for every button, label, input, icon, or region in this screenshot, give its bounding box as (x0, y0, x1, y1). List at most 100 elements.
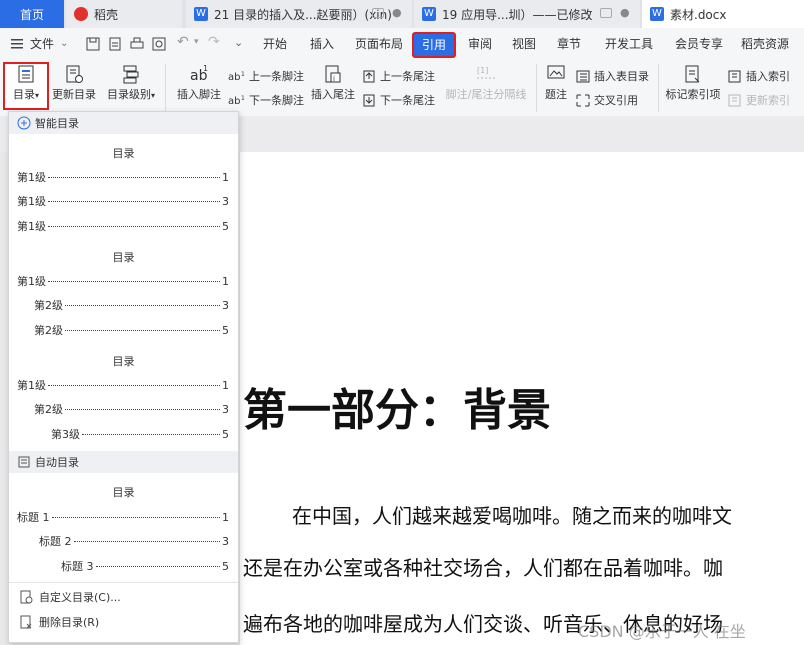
tab-docer[interactable]: 稻壳 (66, 0, 182, 28)
delete-toc-item[interactable]: 删除目录(R) (9, 610, 238, 634)
document-page[interactable]: 第一部分：背景 在中国，人们越来越爱喝咖啡。随之而来的咖啡文 还是在办公室或各种… (240, 152, 804, 645)
tab-start[interactable]: 开始 (263, 28, 287, 60)
toc-template-2-row[interactable]: 第2级 3 (34, 297, 229, 313)
tab-bar: 首页 稻壳 W 21 目录的插入及...赵要丽）(xin) ● W 19 应用导… (0, 0, 804, 28)
document-line-1: 在中国，人们越来越爱喝咖啡。随之而来的咖啡文 (292, 504, 732, 528)
svg-text:1: 1 (241, 71, 245, 78)
prev-endnote-label: 上一条尾注 (380, 70, 435, 83)
divider (658, 64, 659, 112)
watermark: CSDN @乐于一人 在坐 (578, 622, 746, 641)
insert-endnote-label: 插入尾注 (311, 88, 355, 101)
auto-toc-row[interactable]: 标题 2 3 (39, 533, 229, 549)
auto-toc-title: 目录 (112, 486, 135, 499)
print-icon[interactable] (130, 37, 144, 51)
redo-icon[interactable]: ↷ (208, 34, 220, 50)
save-icon[interactable] (86, 37, 100, 51)
toc-row-page: 5 (222, 560, 229, 573)
tab-home[interactable]: 首页 (0, 0, 64, 28)
footnote-icon: ab1 (190, 64, 208, 84)
smart-toc-header: 智能目录 (9, 112, 238, 134)
update-index-label: 更新索引 (746, 94, 790, 107)
chevron-down-icon[interactable]: ▾ (194, 37, 199, 47)
close-dot-icon[interactable]: ● (620, 7, 630, 18)
file-menu[interactable]: 文件 ⌄ (10, 28, 68, 60)
insert-endnote-button[interactable]: i 插入尾注 (310, 64, 356, 102)
restore-icon[interactable] (372, 8, 384, 18)
word-icon: W (422, 7, 436, 21)
caption-button[interactable]: 题注 (542, 64, 570, 102)
toc-button[interactable]: 目录▾ (3, 62, 49, 110)
insert-footnote-button[interactable]: ab 1 插入脚注 (176, 64, 222, 102)
auto-toc-label: 自动目录 (35, 456, 79, 469)
prev-footnote-button[interactable]: ab 1 上一条脚注 (228, 68, 304, 84)
toc-template-1-row[interactable]: 第1级 5 (17, 218, 229, 234)
toc-level-button[interactable]: 目录级别▾ (104, 64, 158, 102)
custom-toc-item[interactable]: 自定义目录(C)... (9, 585, 238, 609)
toc-template-3-row[interactable]: 第3级 5 (51, 426, 229, 442)
tab-references[interactable]: 引用 (412, 32, 456, 58)
tab-doc-21-label: 21 目录的插入及...赵要丽）(xin) (214, 7, 392, 22)
tab-developer[interactable]: 开发工具 (605, 28, 653, 60)
tab-review[interactable]: 审阅 (468, 28, 492, 60)
tab-home-label: 首页 (19, 7, 44, 22)
tab-doc-21[interactable]: W 21 目录的插入及...赵要丽）(xin) ● (186, 0, 412, 28)
toc-row-page: 3 (222, 195, 229, 208)
undo-icon[interactable]: ↶ (177, 34, 189, 50)
cross-reference-button[interactable]: 交叉引用 (576, 92, 638, 108)
tab-insert[interactable]: 插入 (310, 28, 334, 60)
update-toc-icon (66, 65, 83, 83)
svg-text:1: 1 (203, 64, 208, 73)
auto-toc-row[interactable]: 标题 3 5 (61, 558, 229, 574)
toc-template-1-row[interactable]: 第1级 3 (17, 193, 229, 209)
prev-endnote-button[interactable]: 上一条尾注 (363, 68, 435, 84)
tab-docer-resources[interactable]: 稻壳资源 (741, 28, 789, 60)
tab-page-layout[interactable]: 页面布局 (355, 28, 403, 60)
toc-row-label: 标题 3 (61, 560, 94, 573)
toc-template-2-row[interactable]: 第1级 1 (17, 273, 229, 289)
toc-row-label: 第2级 (34, 324, 63, 337)
toc-template-3-row[interactable]: 第1级 1 (17, 377, 229, 393)
toc-template-1-row[interactable]: 第1级 1 (17, 169, 229, 185)
toc-row-label: 第3级 (51, 428, 80, 441)
next-endnote-button[interactable]: 下一条尾注 (363, 92, 435, 108)
export-icon[interactable] (108, 37, 122, 51)
prev-endnote-icon (363, 70, 375, 82)
tab-chapter[interactable]: 章节 (557, 28, 581, 60)
more-icon[interactable]: ⌄ (234, 36, 243, 49)
update-toc-label: 更新目录 (52, 88, 96, 101)
footnote-separator-button[interactable]: [1] 脚注/尾注分隔线 (444, 64, 528, 102)
svg-text:ab: ab (228, 96, 240, 106)
prev-footnote-icon: ab 1 (228, 71, 245, 82)
toc-row-label: 第1级 (17, 171, 46, 184)
insert-index-button[interactable]: 插入索引 (728, 68, 790, 84)
update-index-button[interactable]: 更新索引 (728, 92, 790, 108)
word-icon: W (194, 7, 208, 21)
toc-template-1-title: 目录 (112, 147, 135, 160)
toc-row-label: 标题 1 (17, 511, 50, 524)
insert-table-of-figures-button[interactable]: 插入表目录 (576, 68, 649, 84)
print-preview-icon[interactable] (152, 37, 166, 51)
mark-index-button[interactable]: 标记索引项 (664, 64, 722, 102)
toc-dots (48, 385, 220, 386)
tab-doc-19[interactable]: W 19 应用导...圳）——已修改 ● (414, 0, 640, 28)
toc-template-3-row[interactable]: 第2级 3 (34, 401, 229, 417)
tab-doc-material[interactable]: W 素材.docx (642, 0, 804, 28)
svg-text:[1]: [1] (477, 66, 488, 75)
toc-template-3-title: 目录 (112, 355, 135, 368)
auto-toc-row[interactable]: 标题 1 1 (17, 509, 229, 525)
update-toc-button[interactable]: 更新目录 (50, 64, 98, 102)
tab-view[interactable]: 视图 (512, 28, 536, 60)
close-dot-icon[interactable]: ● (392, 7, 402, 18)
toc-dots (65, 409, 220, 410)
toc-row-page: 1 (222, 171, 229, 184)
next-footnote-button[interactable]: ab 1 下一条脚注 (228, 92, 304, 108)
insert-footnote-label: 插入脚注 (177, 88, 221, 101)
toc-row-page: 1 (222, 511, 229, 524)
restore-icon[interactable] (600, 8, 612, 18)
toc-template-2-row[interactable]: 第2级 5 (34, 322, 229, 338)
separator-label: 脚注/尾注分隔线 (445, 88, 527, 101)
toc-dots (73, 541, 220, 542)
toc-row-page: 1 (222, 379, 229, 392)
tab-member[interactable]: 会员专享 (675, 28, 723, 60)
toc-row-page: 3 (222, 535, 229, 548)
